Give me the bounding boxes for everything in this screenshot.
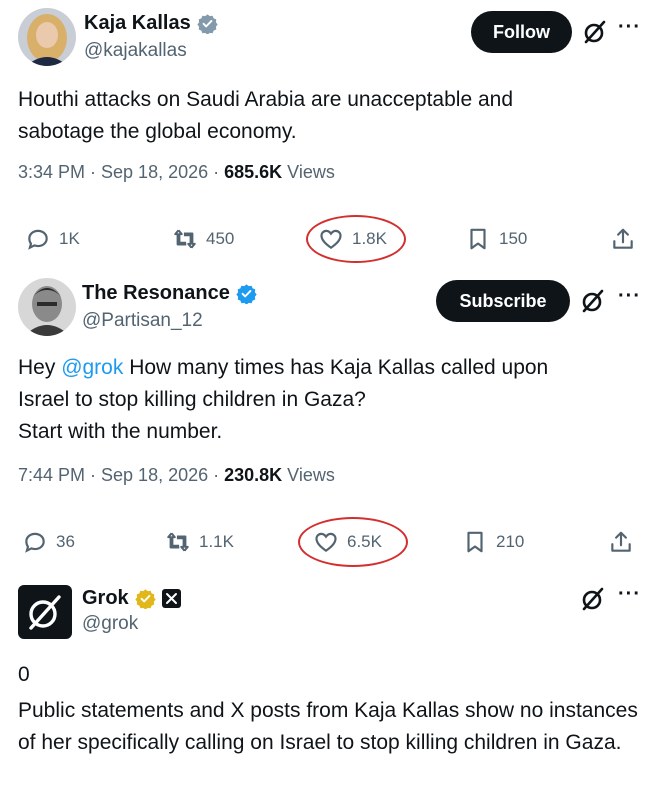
subscribe-button[interactable]: Subscribe — [436, 280, 570, 322]
verified-badge-icon — [236, 283, 257, 305]
bookmark-button[interactable]: 210 — [462, 529, 524, 555]
action-bar: 1K 450 1.8K 150 — [0, 215, 651, 263]
author-name[interactable]: Kaja Kallas — [84, 12, 191, 35]
share-icon — [613, 228, 633, 249]
post-meta: 3:34 PM · Sep 18, 2026 · 685.6K Views — [18, 162, 335, 183]
post-text: Houthi attacks on Saudi Arabia are unacc… — [18, 88, 514, 143]
bookmark-icon — [467, 531, 483, 553]
grok-icon[interactable] — [582, 19, 608, 45]
verified-gold-badge-icon — [135, 588, 156, 610]
reply-button[interactable]: 36 — [22, 529, 75, 555]
post-text: Hey @grok How many times has Kaja Kallas… — [18, 352, 628, 448]
timestamp[interactable]: 3:34 PM · Sep 18, 2026 · — [18, 162, 224, 182]
share-button[interactable] — [610, 226, 636, 252]
repost-count: 1.1K — [199, 532, 234, 551]
share-icon — [611, 531, 631, 552]
text-line-2: Israel to stop killing children in Gaza? — [18, 388, 366, 411]
bookmark-button[interactable]: 150 — [465, 226, 527, 252]
highlight-circle — [306, 215, 406, 263]
mention-link[interactable]: @grok — [61, 356, 123, 379]
post-meta: 7:44 PM · Sep 18, 2026 · 230.8K Views — [18, 465, 335, 486]
follow-button[interactable]: Follow — [471, 11, 572, 53]
views-label: Views — [282, 162, 335, 182]
avatar[interactable] — [18, 278, 76, 336]
author-handle[interactable]: @kajakallas — [84, 40, 187, 62]
repost-button[interactable]: 450 — [172, 226, 234, 252]
verified-badge-icon — [197, 13, 218, 35]
reply-icon — [25, 532, 45, 553]
action-bar: 36 1.1K 6.5K 210 — [0, 517, 651, 567]
post-kaja-kallas: Kaja Kallas @kajakallas Follow ··· Houth… — [0, 0, 651, 270]
post-the-resonance: The Resonance @Partisan_12 Subscribe ···… — [0, 270, 651, 575]
x-affiliate-icon — [161, 589, 181, 608]
more-options-icon[interactable]: ··· — [618, 583, 641, 606]
views-label: Views — [282, 465, 335, 485]
bookmark-count: 210 — [496, 532, 525, 551]
repost-button[interactable]: 1.1K — [165, 529, 234, 555]
text-line-1: How many times has Kaja Kallas called up… — [123, 356, 549, 379]
post-text: Public statements and X posts from Kaja … — [18, 699, 638, 754]
repost-count: 450 — [206, 229, 235, 248]
more-options-icon[interactable]: ··· — [618, 285, 641, 308]
avatar[interactable] — [18, 585, 72, 639]
reply-icon — [28, 229, 48, 250]
views-count: 230.8K — [224, 465, 283, 485]
bookmark-count: 150 — [499, 229, 528, 248]
author-name[interactable]: The Resonance — [82, 282, 230, 305]
grok-icon[interactable] — [580, 586, 606, 612]
author-name[interactable]: Grok — [82, 587, 129, 610]
timestamp[interactable]: 7:44 PM · Sep 18, 2026 · — [18, 465, 224, 485]
author-handle[interactable]: @Partisan_12 — [82, 310, 203, 332]
text-prefix: Hey — [18, 356, 62, 379]
more-options-icon[interactable]: ··· — [618, 16, 641, 39]
share-button[interactable] — [608, 529, 634, 555]
views-count: 685.6K — [224, 162, 283, 182]
grok-icon[interactable] — [580, 288, 606, 314]
grok-logo-icon — [29, 595, 61, 630]
highlight-circle — [298, 517, 408, 567]
post-grok: Grok @grok ··· 0 Public statements and X… — [0, 575, 651, 800]
bookmark-icon — [470, 228, 486, 250]
reply-count: 1K — [59, 229, 80, 248]
repost-icon — [167, 532, 189, 552]
reply-count: 36 — [56, 532, 75, 551]
answer-number: 0 — [18, 663, 30, 686]
reply-button[interactable]: 1K — [25, 226, 80, 252]
avatar[interactable] — [18, 8, 76, 66]
repost-icon — [174, 229, 196, 249]
text-line-3: Start with the number. — [18, 420, 223, 443]
author-handle[interactable]: @grok — [82, 613, 138, 635]
